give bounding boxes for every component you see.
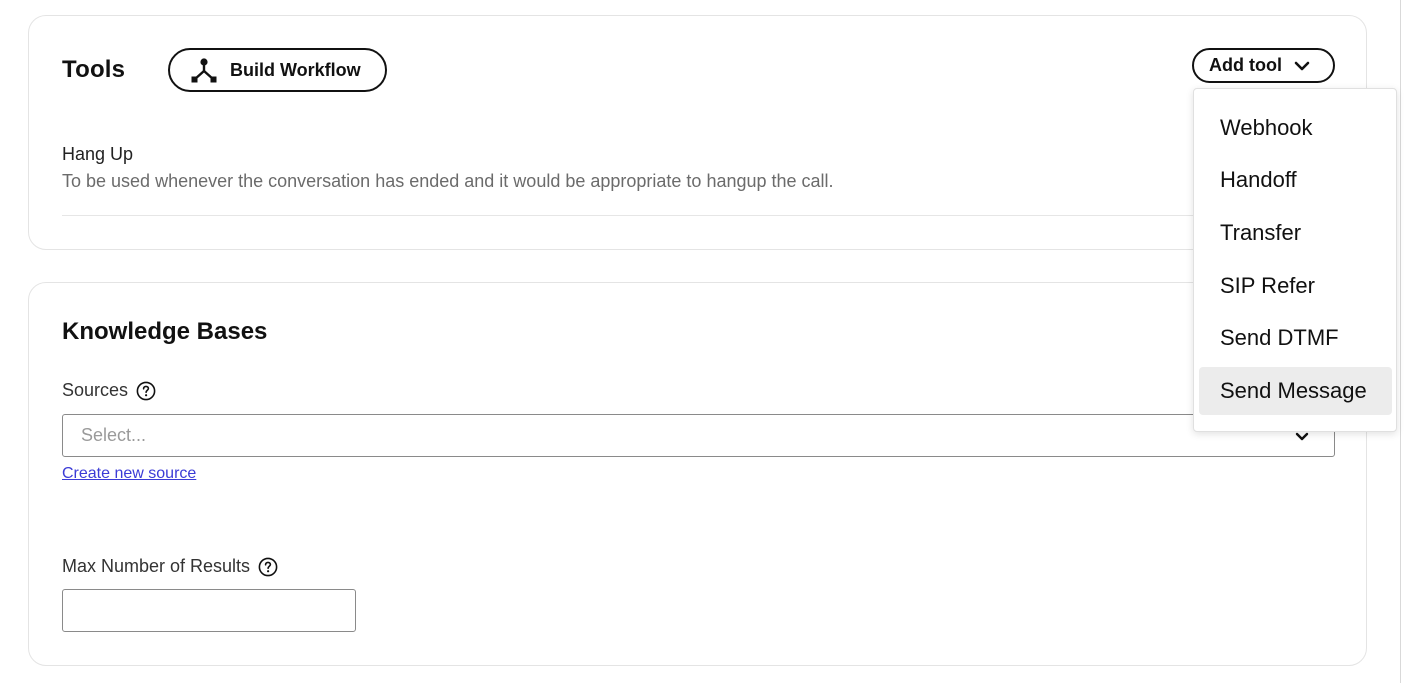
tool-name[interactable]: Hang Up xyxy=(62,144,133,165)
add-tool-button[interactable]: Add tool xyxy=(1192,48,1335,83)
help-circle-icon[interactable] xyxy=(136,381,156,401)
scrollbar-track[interactable] xyxy=(1400,0,1401,683)
sources-placeholder: Select... xyxy=(81,425,147,445)
sources-label: Sources xyxy=(62,380,129,400)
menu-item-sip-refer[interactable]: SIP Refer xyxy=(1199,262,1392,310)
add-tool-label: Add tool xyxy=(1209,55,1282,75)
menu-item-transfer[interactable]: Transfer xyxy=(1199,209,1392,257)
tools-card: Tools Build Workflow Add tool Hang Up To… xyxy=(28,15,1367,250)
build-workflow-label: Build Workflow xyxy=(230,59,361,80)
create-new-source-link[interactable]: Create new source xyxy=(62,465,196,483)
menu-item-handoff[interactable]: Handoff xyxy=(1199,156,1392,204)
menu-item-webhook[interactable]: Webhook xyxy=(1199,104,1392,152)
build-workflow-button[interactable]: Build Workflow xyxy=(168,48,387,92)
sources-label-row: Sources xyxy=(62,380,156,401)
tool-description: To be used whenever the conversation has… xyxy=(62,171,834,191)
max-results-label-row: Max Number of Results xyxy=(62,556,278,577)
workflow-icon xyxy=(190,56,218,84)
max-results-label: Max Number of Results xyxy=(62,556,251,576)
menu-item-send-message[interactable]: Send Message xyxy=(1199,367,1392,415)
chevron-down-icon xyxy=(1292,56,1312,76)
knowledge-bases-card: Knowledge Bases Sources Select... Create… xyxy=(28,282,1367,666)
knowledge-bases-title: Knowledge Bases xyxy=(62,318,268,345)
menu-item-send-dtmf[interactable]: Send DTMF xyxy=(1199,314,1392,362)
add-tool-menu: Webhook Handoff Transfer SIP Refer Send … xyxy=(1193,88,1397,432)
sources-select[interactable]: Select... xyxy=(62,414,1335,457)
max-results-input[interactable] xyxy=(62,589,356,632)
tools-title: Tools xyxy=(62,56,126,83)
divider xyxy=(62,215,1334,216)
help-circle-icon[interactable] xyxy=(258,557,278,577)
page: Tools Build Workflow Add tool Hang Up To… xyxy=(0,0,1414,683)
